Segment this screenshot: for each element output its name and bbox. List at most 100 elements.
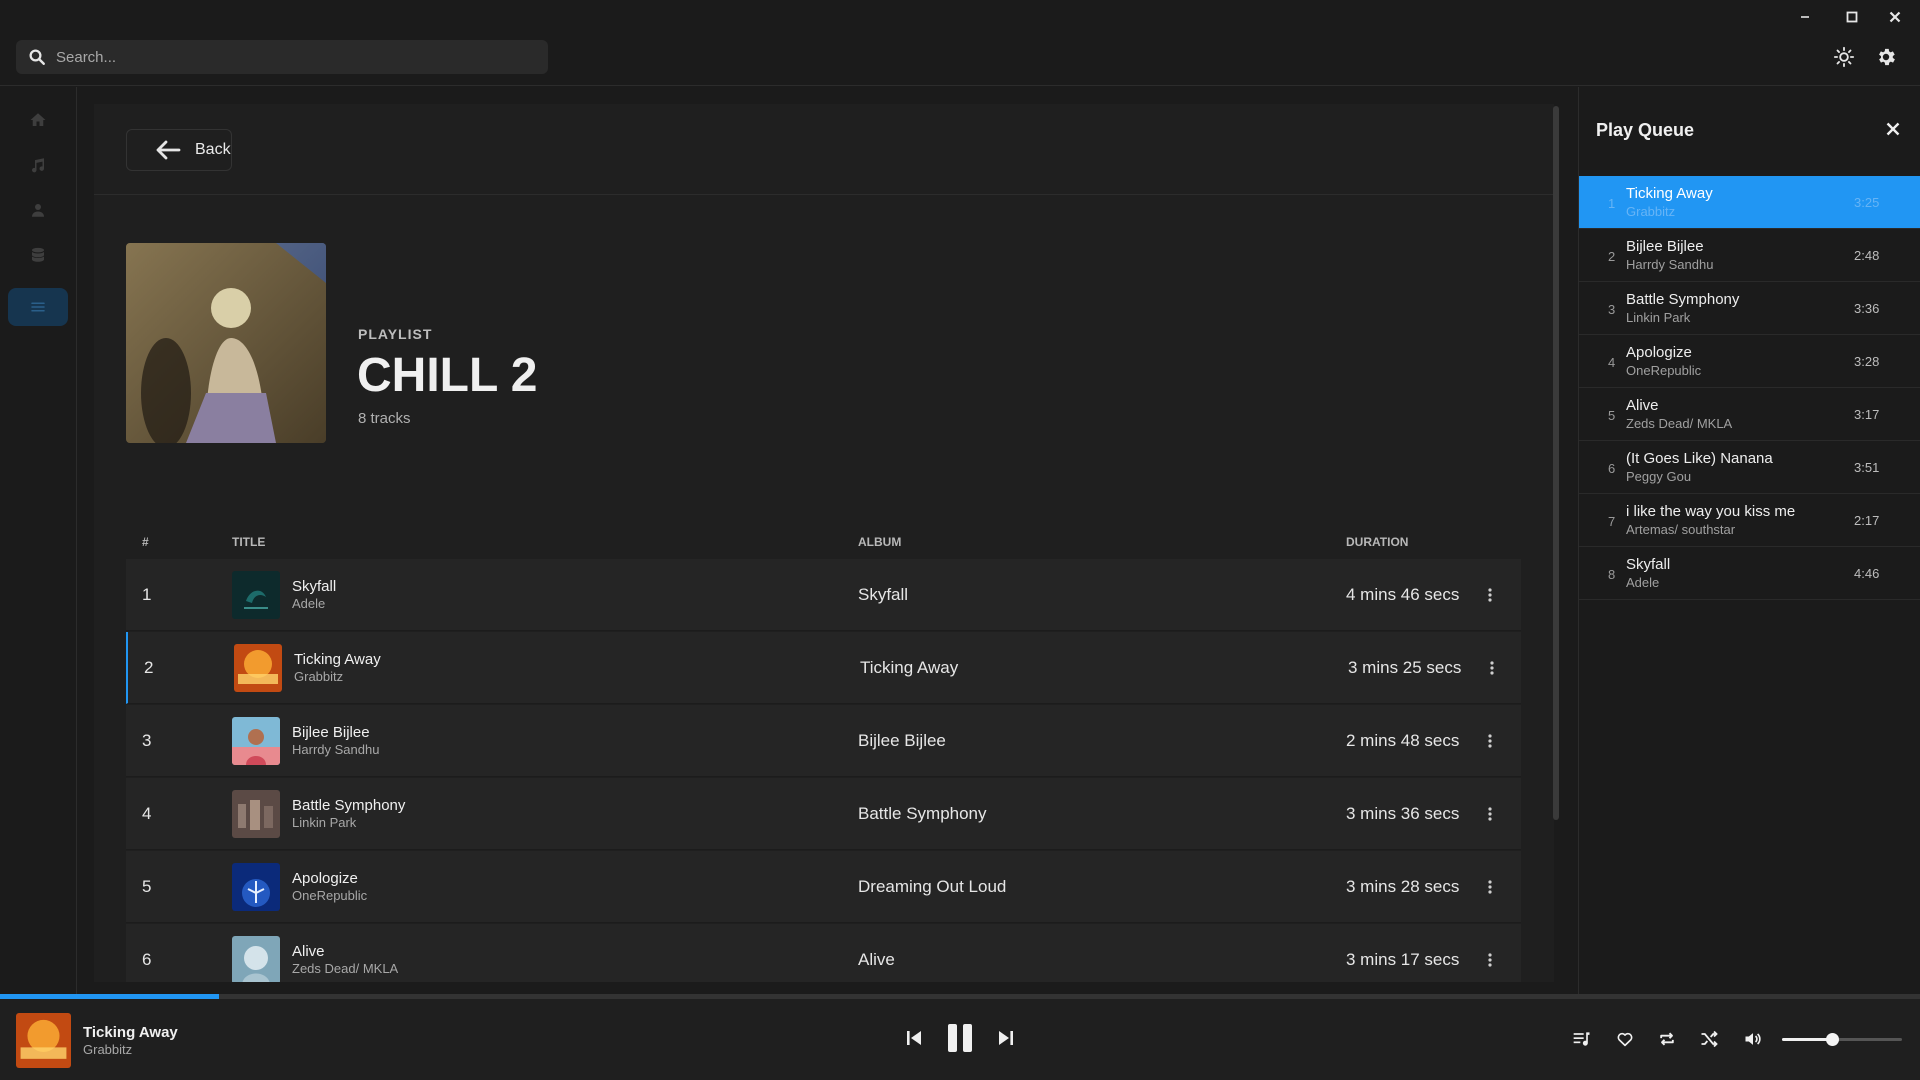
main-scrollbar[interactable] — [1553, 106, 1559, 820]
track-title: Apologize — [292, 870, 358, 887]
heart-outline-icon — [1617, 1032, 1633, 1047]
header-title[interactable]: TITLE — [232, 535, 265, 549]
track-title: Alive — [292, 943, 325, 960]
more-vertical-icon — [1488, 953, 1492, 967]
track-artist[interactable]: Zeds Dead/ MKLA — [292, 961, 398, 976]
playlist-type-label: PLAYLIST — [358, 326, 433, 342]
track-artist[interactable]: Harrdy Sandhu — [292, 742, 379, 757]
nav-artists[interactable] — [8, 191, 68, 229]
skip-next-icon — [999, 1031, 1013, 1045]
gear-icon — [1879, 48, 1895, 66]
queue-item[interactable]: 2 Bijlee Bijlee Harrdy Sandhu 2:48 — [1579, 229, 1920, 282]
pause-button[interactable] — [944, 1021, 976, 1055]
queue-item-number: 8 — [1608, 567, 1616, 582]
volume-slider-handle[interactable] — [1826, 1033, 1840, 1046]
more-options-button[interactable] — [1483, 804, 1497, 824]
more-options-button[interactable] — [1483, 950, 1497, 970]
nav-albums[interactable] — [8, 236, 68, 274]
queue-item[interactable]: 4 Apologize OneRepublic 3:28 — [1579, 335, 1920, 388]
track-album[interactable]: Dreaming Out Loud — [858, 877, 1006, 897]
header-album[interactable]: ALBUM — [858, 535, 901, 549]
nav-songs[interactable] — [8, 146, 68, 184]
queue-item-title: Ticking Away — [1626, 185, 1713, 202]
back-button[interactable]: Back — [126, 129, 232, 171]
table-row[interactable]: 3 Bijlee Bijlee Harrdy Sandhu Bijlee Bij… — [126, 705, 1521, 777]
queue-item[interactable]: 6 (It Goes Like) Nanana Peggy Gou 3:51 — [1579, 441, 1920, 494]
play-queue-panel: Play Queue 1 Ticking Away Grabbitz 3:25 … — [1578, 87, 1920, 994]
theme-toggle-button[interactable] — [1833, 46, 1855, 68]
more-options-button[interactable] — [1483, 877, 1497, 897]
queue-item[interactable]: 5 Alive Zeds Dead/ MKLA 3:17 — [1579, 388, 1920, 441]
queue-item-duration: 2:48 — [1854, 248, 1880, 263]
track-artist[interactable]: Grabbitz — [294, 669, 343, 684]
nav-home[interactable] — [8, 101, 68, 139]
track-artist[interactable]: OneRepublic — [292, 888, 367, 903]
more-vertical-icon — [1488, 880, 1492, 894]
search-input[interactable] — [56, 48, 536, 66]
track-artist[interactable]: Linkin Park — [292, 815, 356, 830]
search-icon — [28, 48, 46, 66]
playback-progress-bar[interactable] — [0, 994, 1920, 999]
table-row[interactable]: 6 Alive Zeds Dead/ MKLA Alive 3 mins 17 … — [126, 924, 1521, 982]
now-playing-thumbnail — [16, 1013, 71, 1068]
queue-item-duration: 3:25 — [1854, 195, 1880, 210]
track-number: 1 — [142, 585, 152, 604]
now-playing-artist[interactable]: Grabbitz — [83, 1042, 132, 1057]
playlist-title: CHILL 2 — [357, 349, 538, 402]
more-options-button[interactable] — [1483, 731, 1497, 751]
top-bar — [0, 0, 1920, 86]
track-thumbnail — [232, 863, 280, 911]
table-row[interactable]: 1 Skyfall Adele Skyfall 4 mins 46 secs — [126, 559, 1521, 631]
volume-slider[interactable] — [1782, 1033, 1902, 1046]
table-row[interactable]: 5 Apologize OneRepublic Dreaming Out Lou… — [126, 851, 1521, 923]
maximize-icon — [1846, 11, 1858, 23]
more-options-button[interactable] — [1483, 585, 1497, 605]
more-options-button[interactable] — [1485, 658, 1499, 678]
track-album[interactable]: Battle Symphony — [858, 804, 987, 824]
repeat-button[interactable] — [1656, 1028, 1678, 1050]
track-album[interactable]: Ticking Away — [860, 658, 958, 678]
queue-item[interactable]: 3 Battle Symphony Linkin Park 3:36 — [1579, 282, 1920, 335]
queue-item-artist: Peggy Gou — [1626, 469, 1692, 484]
window-close-button[interactable] — [1882, 6, 1908, 28]
queue-item[interactable]: 8 Skyfall Adele 4:46 — [1579, 547, 1920, 600]
header-duration[interactable]: DURATION — [1346, 535, 1408, 549]
track-album[interactable]: Alive — [858, 950, 895, 970]
track-thumbnail — [232, 717, 280, 765]
track-album[interactable]: Skyfall — [858, 585, 908, 605]
queue-item-title: Bijlee Bijlee — [1626, 238, 1704, 255]
track-table-header: # TITLE ALBUM DURATION — [126, 529, 1521, 557]
home-icon — [30, 113, 46, 126]
table-row[interactable]: 2 Ticking Away Grabbitz Ticking Away 3 m… — [126, 632, 1521, 704]
table-row[interactable]: 4 Battle Symphony Linkin Park Battle Sym… — [126, 778, 1521, 850]
track-album[interactable]: Bijlee Bijlee — [858, 731, 946, 751]
settings-button[interactable] — [1875, 46, 1897, 68]
queue-toggle-button[interactable] — [1571, 1028, 1593, 1050]
queue-item[interactable]: 1 Ticking Away Grabbitz 3:25 — [1579, 176, 1920, 229]
queue-item-number: 7 — [1608, 514, 1616, 529]
track-number: 2 — [144, 658, 154, 677]
track-title: Bijlee Bijlee — [292, 724, 370, 741]
queue-item-artist: Artemas/ southstar — [1626, 522, 1736, 537]
volume-slider-fill — [1782, 1038, 1833, 1041]
track-artist[interactable]: Adele — [292, 596, 325, 611]
back-bar: Back — [94, 104, 1554, 195]
queue-item-number: 3 — [1608, 302, 1616, 317]
track-number: 4 — [142, 804, 152, 823]
nav-playlists[interactable] — [8, 288, 68, 326]
queue-item-artist: Linkin Park — [1626, 310, 1691, 325]
queue-item-title: Alive — [1626, 397, 1659, 414]
queue-item[interactable]: 7 i like the way you kiss me Artemas/ so… — [1579, 494, 1920, 547]
search-box[interactable] — [16, 40, 548, 74]
maximize-button[interactable] — [1839, 6, 1865, 28]
sun-icon — [1833, 46, 1855, 68]
now-playing-title[interactable]: Ticking Away — [83, 1024, 178, 1041]
queue-close-button[interactable] — [1885, 121, 1901, 137]
minimize-button[interactable] — [1792, 6, 1818, 28]
volume-button[interactable] — [1742, 1028, 1764, 1050]
list-icon — [31, 302, 45, 312]
shuffle-button[interactable] — [1698, 1028, 1720, 1050]
previous-button[interactable] — [903, 1027, 925, 1049]
next-button[interactable] — [995, 1027, 1017, 1049]
favorite-button[interactable] — [1614, 1028, 1636, 1050]
